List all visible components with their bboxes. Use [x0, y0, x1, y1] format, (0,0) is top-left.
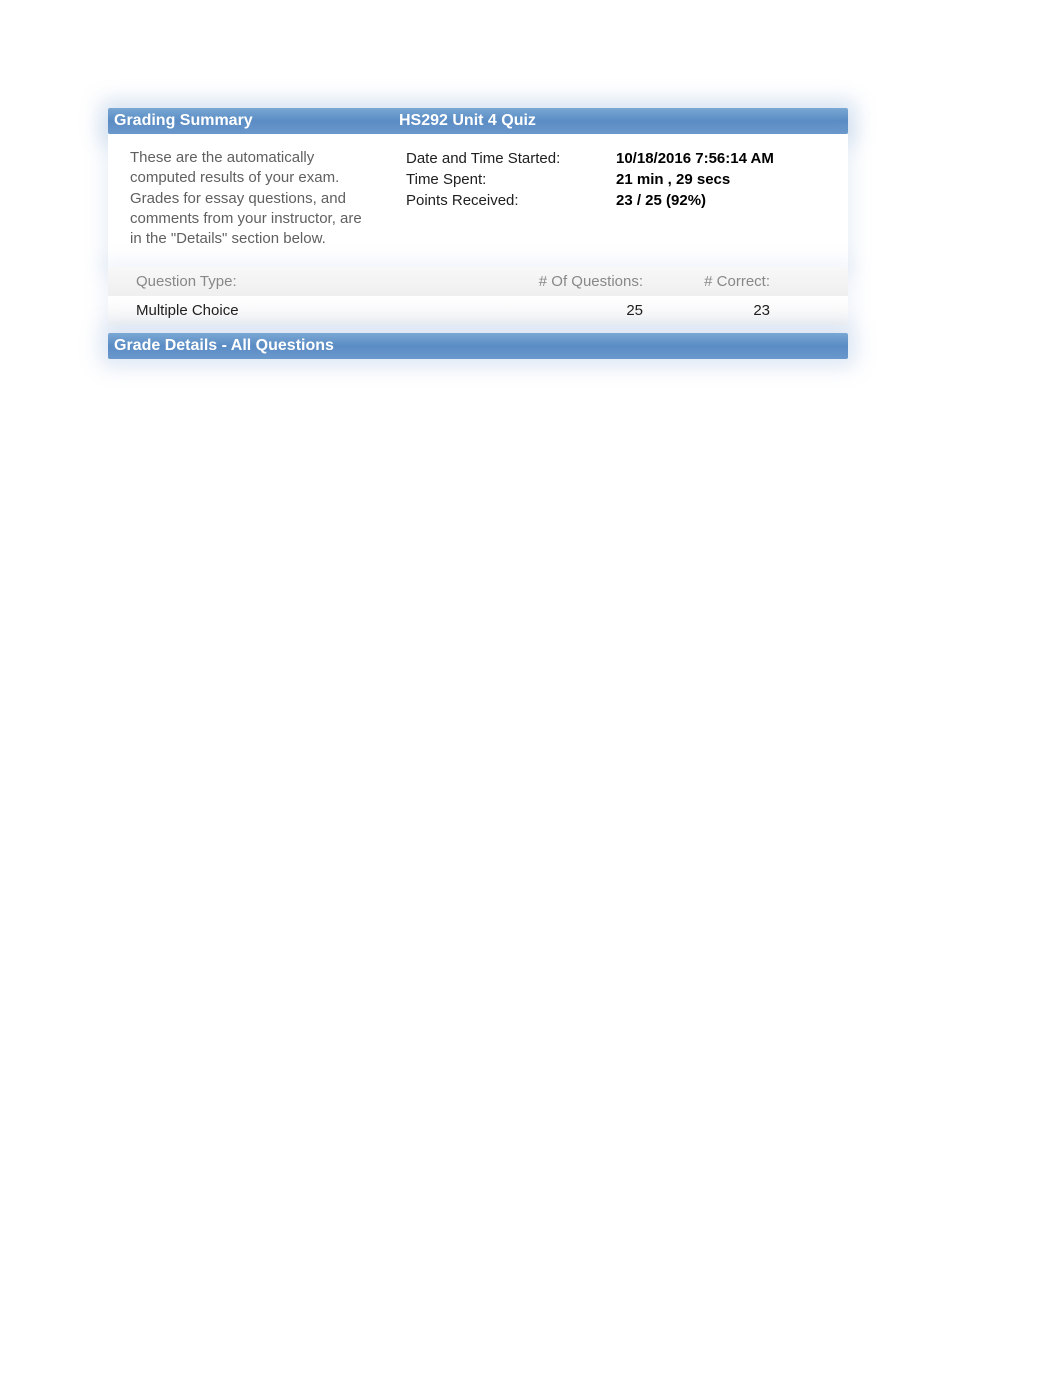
table-row: Multiple Choice 25 23 [108, 296, 848, 325]
grade-details-header: Grade Details - All Questions [108, 333, 848, 359]
summary-stats: Date and Time Started: Time Spent: Point… [388, 148, 848, 249]
num-questions-value: 25 [448, 302, 653, 319]
num-correct-header: # Correct: [653, 273, 848, 290]
date-time-label: Date and Time Started: [406, 148, 616, 169]
question-type-value: Multiple Choice [108, 302, 448, 319]
points-received-value: 23 / 25 (92%) [616, 190, 848, 211]
time-spent-value: 21 min , 29 secs [616, 169, 848, 190]
grading-summary-container: Grading Summary HS292 Unit 4 Quiz These … [108, 108, 848, 359]
summary-description: These are the automatically computed res… [108, 148, 388, 249]
num-correct-value: 23 [653, 302, 848, 319]
grading-summary-title: Grading Summary [114, 112, 399, 130]
question-type-table: Question Type: # Of Questions: # Correct… [108, 267, 848, 325]
question-type-header: Question Type: [108, 273, 448, 290]
points-received-label: Points Received: [406, 190, 616, 211]
table-header-row: Question Type: # Of Questions: # Correct… [108, 267, 848, 296]
date-time-value: 10/18/2016 7:56:14 AM [616, 148, 848, 169]
summary-content: These are the automatically computed res… [108, 134, 848, 267]
time-spent-label: Time Spent: [406, 169, 616, 190]
quiz-title: HS292 Unit 4 Quiz [399, 112, 842, 130]
summary-header-bar: Grading Summary HS292 Unit 4 Quiz [108, 108, 848, 134]
stats-values: 10/18/2016 7:56:14 AM 21 min , 29 secs 2… [616, 148, 848, 249]
num-questions-header: # Of Questions: [448, 273, 653, 290]
stats-labels: Date and Time Started: Time Spent: Point… [406, 148, 616, 249]
